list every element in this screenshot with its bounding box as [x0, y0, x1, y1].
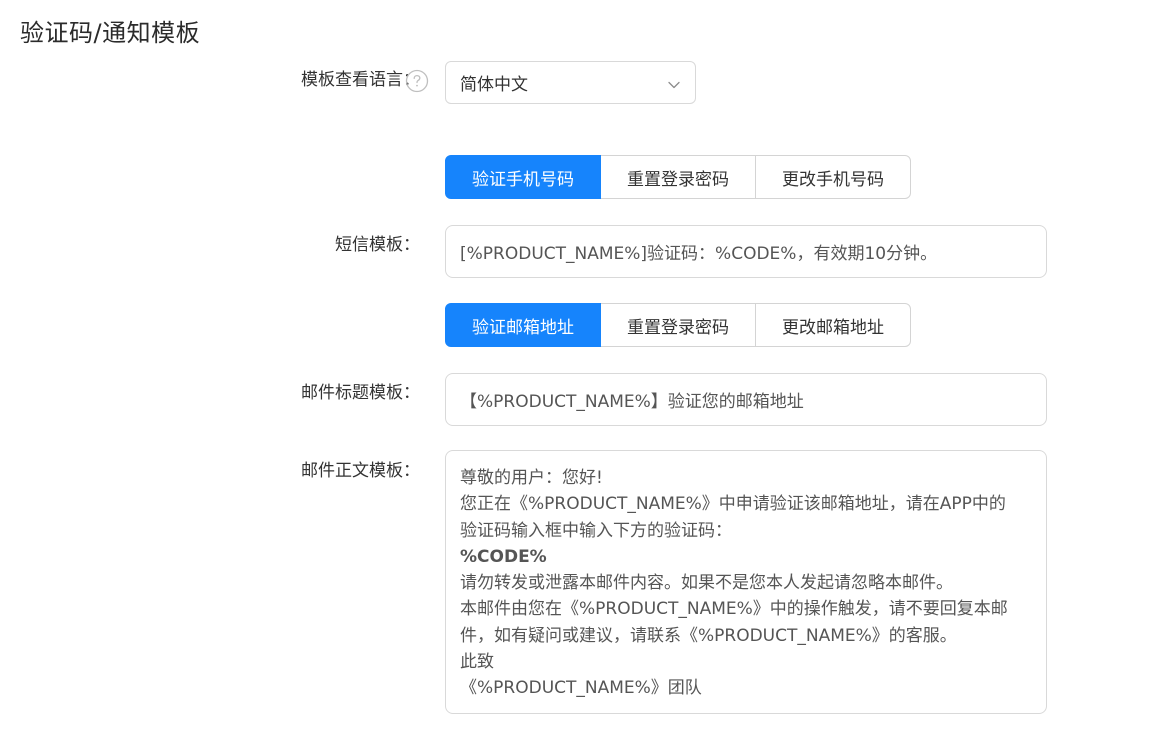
tab-reset-password-email[interactable]: 重置登录密码 [600, 303, 756, 347]
email-template-tabs: 验证邮箱地址 重置登录密码 更改邮箱地址 [445, 303, 911, 347]
email-body-line: 件，如有疑问或建议，请联系《%PRODUCT_NAME%》的客服。 [460, 625, 957, 646]
language-label: 模板查看语言： [301, 70, 420, 90]
email-subject-label: 邮件标题模板： [301, 383, 420, 403]
sms-template-input[interactable]: [%PRODUCT_NAME%]验证码：%CODE%，有效期10分钟。 [445, 225, 1047, 278]
template-settings-page: 验证码/通知模板 模板查看语言： 简体中文 验证手机号码 重置登录密码 更改手机… [0, 0, 1154, 734]
chevron-down-icon [667, 77, 681, 91]
email-body-line: 本邮件由您在《%PRODUCT_NAME%》中的操作触发，请不要回复本邮 [460, 599, 1008, 620]
email-body-line: 您正在《%PRODUCT_NAME%》中申请验证该邮箱地址，请在APP中的 [460, 494, 1006, 515]
email-body-line: 此致 [460, 652, 494, 673]
sms-template-tabs: 验证手机号码 重置登录密码 更改手机号码 [445, 155, 911, 199]
email-body-line: 《%PRODUCT_NAME%》团队 [460, 678, 702, 699]
language-select[interactable]: 简体中文 [445, 61, 696, 104]
tab-verify-email[interactable]: 验证邮箱地址 [445, 303, 601, 347]
email-body-line: 验证码输入框中输入下方的验证码： [460, 520, 732, 541]
tab-change-email[interactable]: 更改邮箱地址 [755, 303, 911, 347]
language-select-value: 简体中文 [460, 75, 528, 95]
tab-reset-password-sms[interactable]: 重置登录密码 [600, 155, 756, 199]
email-subject-input[interactable]: 【%PRODUCT_NAME%】验证您的邮箱地址 [445, 373, 1047, 426]
email-body-textarea[interactable]: 尊敬的用户：您好! 您正在《%PRODUCT_NAME%》中申请验证该邮箱地址，… [445, 450, 1047, 714]
tab-change-phone[interactable]: 更改手机号码 [755, 155, 911, 199]
email-body-label: 邮件正文模板： [301, 461, 420, 481]
email-body-line: 请勿转发或泄露本邮件内容。如果不是您本人发起请忽略本邮件。 [460, 573, 953, 594]
email-body-code-line: %CODE% [460, 546, 547, 567]
page-title: 验证码/通知模板 [20, 19, 201, 47]
email-body-line: 尊敬的用户：您好! [460, 468, 603, 488]
sms-template-label: 短信模板： [335, 235, 420, 255]
tab-verify-phone[interactable]: 验证手机号码 [445, 155, 601, 199]
question-circle-icon[interactable] [405, 69, 429, 93]
